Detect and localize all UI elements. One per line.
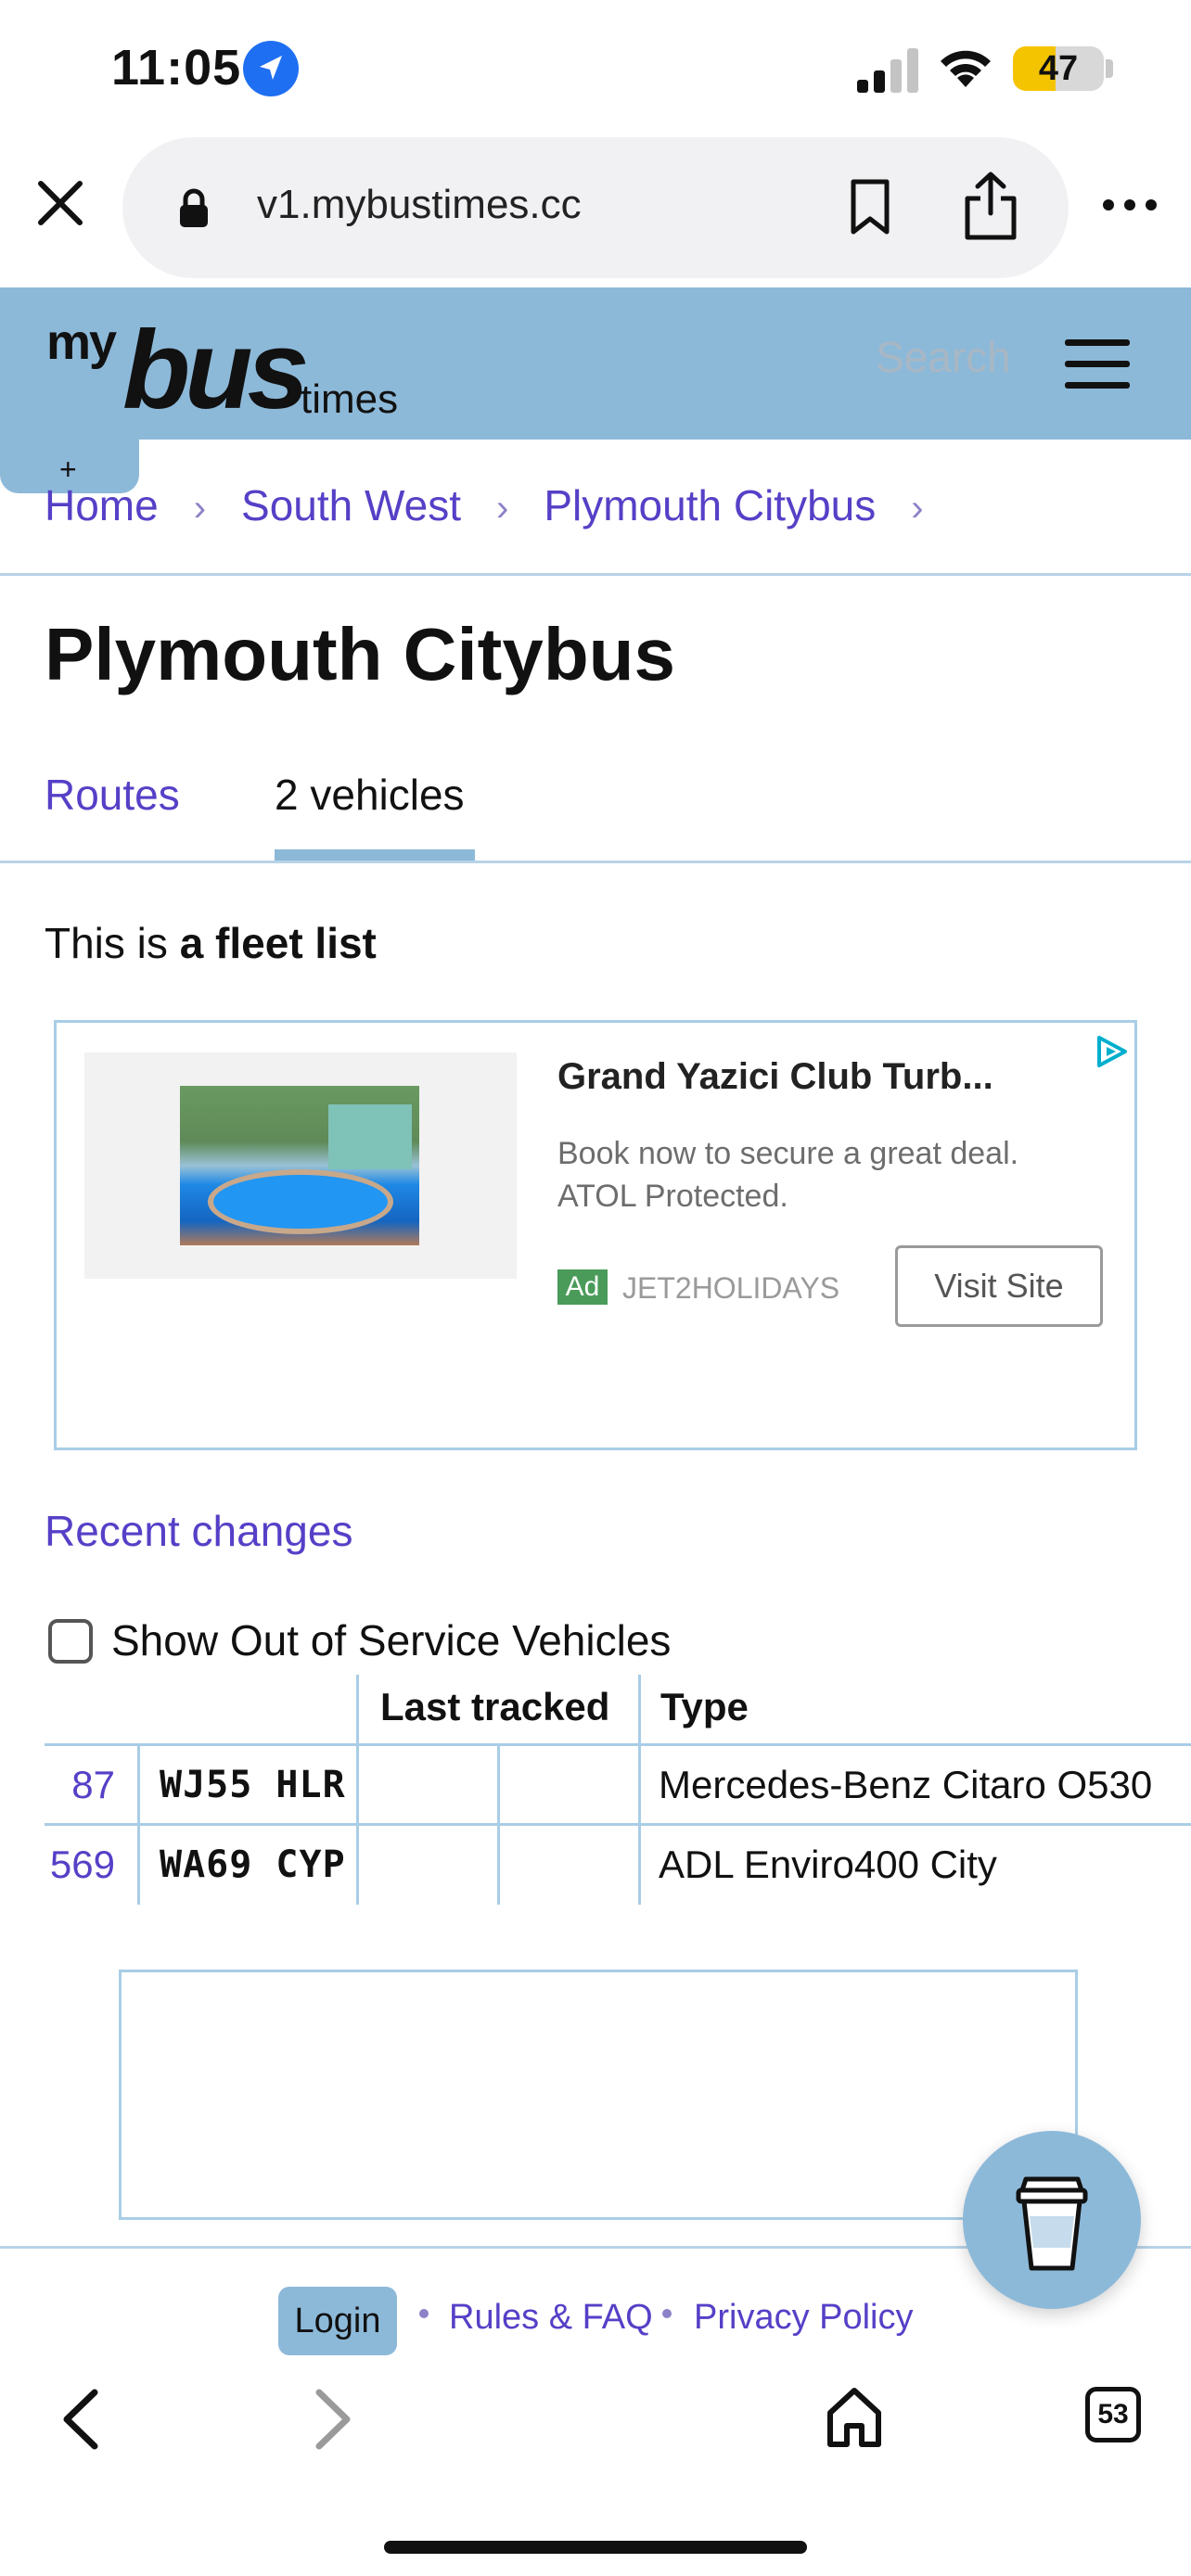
footer-separator <box>662 2309 672 2318</box>
breadcrumb-plymouth-citybus[interactable]: Plymouth Citybus <box>544 480 876 530</box>
status-bar: 11:05 47 <box>0 0 1191 139</box>
breadcrumb: Home › South West › Plymouth Citybus › <box>45 480 959 530</box>
advertisement[interactable]: Grand Yazici Club Turb... Book now to se… <box>54 1020 1137 1450</box>
lock-icon <box>178 187 210 228</box>
divider <box>0 573 1191 576</box>
status-time: 11:05 <box>111 40 242 96</box>
fleet-number-link[interactable]: 569 <box>45 1825 115 1905</box>
ad-badge: Ad <box>557 1269 608 1305</box>
recent-changes-link[interactable]: Recent changes <box>45 1506 352 1556</box>
out-of-service-checkbox[interactable] <box>48 1619 93 1664</box>
address-bar[interactable]: v1.mybustimes.cc <box>122 137 1069 278</box>
table-header-type: Type <box>660 1685 749 1728</box>
menu-icon[interactable] <box>1065 339 1130 389</box>
rules-faq-link[interactable]: Rules & FAQ <box>449 2298 653 2338</box>
table-column-divider <box>356 1675 359 1905</box>
visit-site-button[interactable]: Visit Site <box>895 1245 1103 1327</box>
breadcrumb-home[interactable]: Home <box>45 480 159 530</box>
logo-times: times <box>301 376 399 422</box>
intro-prefix: This is <box>45 919 180 967</box>
tab-switcher-icon[interactable]: 53 <box>1085 2387 1141 2442</box>
registration: WA69 CYP <box>160 1843 346 1886</box>
more-options-icon[interactable] <box>1102 198 1158 211</box>
ad-choices-icon[interactable] <box>1094 1034 1129 1069</box>
back-icon[interactable] <box>58 2387 102 2452</box>
registration: WJ55 HLR <box>160 1764 346 1806</box>
table-column-divider <box>638 1675 641 1905</box>
privacy-policy-link[interactable]: Privacy Policy <box>694 2298 914 2338</box>
breadcrumb-separator: › <box>193 488 207 529</box>
fleet-list-intro: This is a fleet list <box>45 918 377 968</box>
vehicle-type: Mercedes-Benz Citaro O530 <box>659 1763 1153 1806</box>
close-icon[interactable] <box>33 176 87 230</box>
ad-image[interactable] <box>180 1086 419 1245</box>
out-of-service-label[interactable]: Show Out of Service Vehicles <box>111 1615 671 1665</box>
share-icon[interactable] <box>962 171 1019 241</box>
site-footer: Login Rules & FAQ Privacy Policy <box>0 2248 1191 2359</box>
intro-bold: a fleet list <box>179 919 377 967</box>
ad-title[interactable]: Grand Yazici Club Turb... <box>557 1056 993 1098</box>
home-icon[interactable] <box>826 2385 883 2448</box>
tab-vehicles[interactable]: 2 vehicles <box>275 770 465 820</box>
login-button[interactable]: Login <box>278 2287 397 2355</box>
page-title: Plymouth Citybus <box>45 613 676 695</box>
wifi-icon <box>937 43 994 91</box>
table-column-divider <box>497 1743 500 1905</box>
tab-bar: Routes 2 vehicles <box>0 760 1191 862</box>
divider <box>0 861 1191 863</box>
breadcrumb-separator: › <box>496 488 509 529</box>
battery-indicator: 47 <box>1013 46 1104 91</box>
bookmark-icon[interactable] <box>846 178 894 236</box>
site-logo[interactable]: my bus times <box>46 306 427 432</box>
vehicle-type: ADL Enviro400 City <box>659 1843 997 1886</box>
ad-description: Book now to secure a great deal. ATOL Pr… <box>557 1136 1019 1214</box>
location-arrow-icon <box>243 41 299 96</box>
site-header: my bus times Search <box>0 287 1191 440</box>
tab-routes[interactable]: Routes <box>45 770 180 820</box>
ad-placeholder <box>119 1970 1078 2220</box>
logo-my: my <box>46 314 117 370</box>
home-indicator[interactable] <box>384 2541 807 2554</box>
forward-icon[interactable] <box>312 2387 356 2452</box>
table-header-last-tracked: Last tracked <box>380 1685 610 1728</box>
ad-advertiser: JET2HOLIDAYS <box>622 1271 840 1305</box>
url-text: v1.mybustimes.cc <box>257 182 582 227</box>
cellular-signal-icon <box>855 46 922 95</box>
battery-cap <box>1106 59 1113 78</box>
breadcrumb-separator: › <box>911 488 924 529</box>
breadcrumb-south-west[interactable]: South West <box>241 480 461 530</box>
fleet-number-link[interactable]: 87 <box>45 1745 115 1825</box>
active-tab-indicator <box>275 849 475 861</box>
logo-bus: bus <box>122 308 309 432</box>
search-link[interactable]: Search <box>876 332 1011 382</box>
browser-bottom-bar: 53 <box>0 2359 1191 2576</box>
battery-level: 47 <box>1038 49 1079 88</box>
ad-image-frame[interactable] <box>84 1052 517 1279</box>
footer-separator <box>419 2309 429 2318</box>
table-column-divider <box>137 1743 140 1905</box>
